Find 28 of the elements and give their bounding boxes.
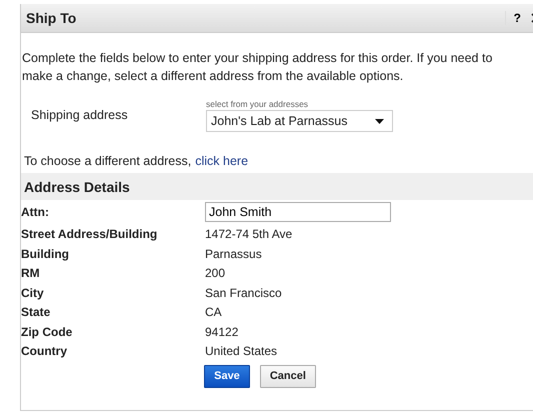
- field-label: State: [21, 304, 52, 320]
- field-label: RM: [21, 265, 41, 282]
- address-hint: select from your addresses: [206, 99, 310, 109]
- field-value: 1472-74 5th Ave: [205, 226, 294, 242]
- field-label: Country: [21, 343, 68, 360]
- section-title: Address Details: [24, 178, 130, 194]
- field-value: 200: [205, 265, 226, 282]
- save-button[interactable]: Save: [204, 364, 250, 388]
- field-value: Parnassus: [205, 246, 263, 262]
- click-here-link[interactable]: click here: [195, 154, 248, 168]
- attn-field[interactable]: John Smith: [205, 202, 391, 222]
- cancel-button[interactable]: Cancel: [260, 364, 316, 388]
- field-label: Street Address/Building: [21, 226, 158, 242]
- dialog-title: Ship To: [26, 10, 78, 26]
- help-button[interactable]: ?: [504, 11, 529, 25]
- address-dropdown[interactable]: John's Lab at Parnassus: [206, 110, 393, 132]
- field-value: United States: [205, 343, 278, 360]
- field-label: Building: [21, 246, 70, 262]
- field-value: 94122: [205, 324, 240, 340]
- field-value: San Francisco: [205, 284, 283, 301]
- shipping-address-label: Shipping address: [31, 107, 129, 124]
- field-label: Attn:: [21, 204, 50, 221]
- instructions-text: Complete the fields below to enter your shipping address for this order. If you need to make a change, select a different address from the available options.: [22, 50, 494, 85]
- field-value: CA: [205, 304, 223, 320]
- change-address-text: To choose a different address,: [24, 154, 192, 168]
- caret-icon: [375, 118, 384, 124]
- field-label: City: [21, 284, 45, 301]
- field-label: Zip Code: [21, 324, 74, 340]
